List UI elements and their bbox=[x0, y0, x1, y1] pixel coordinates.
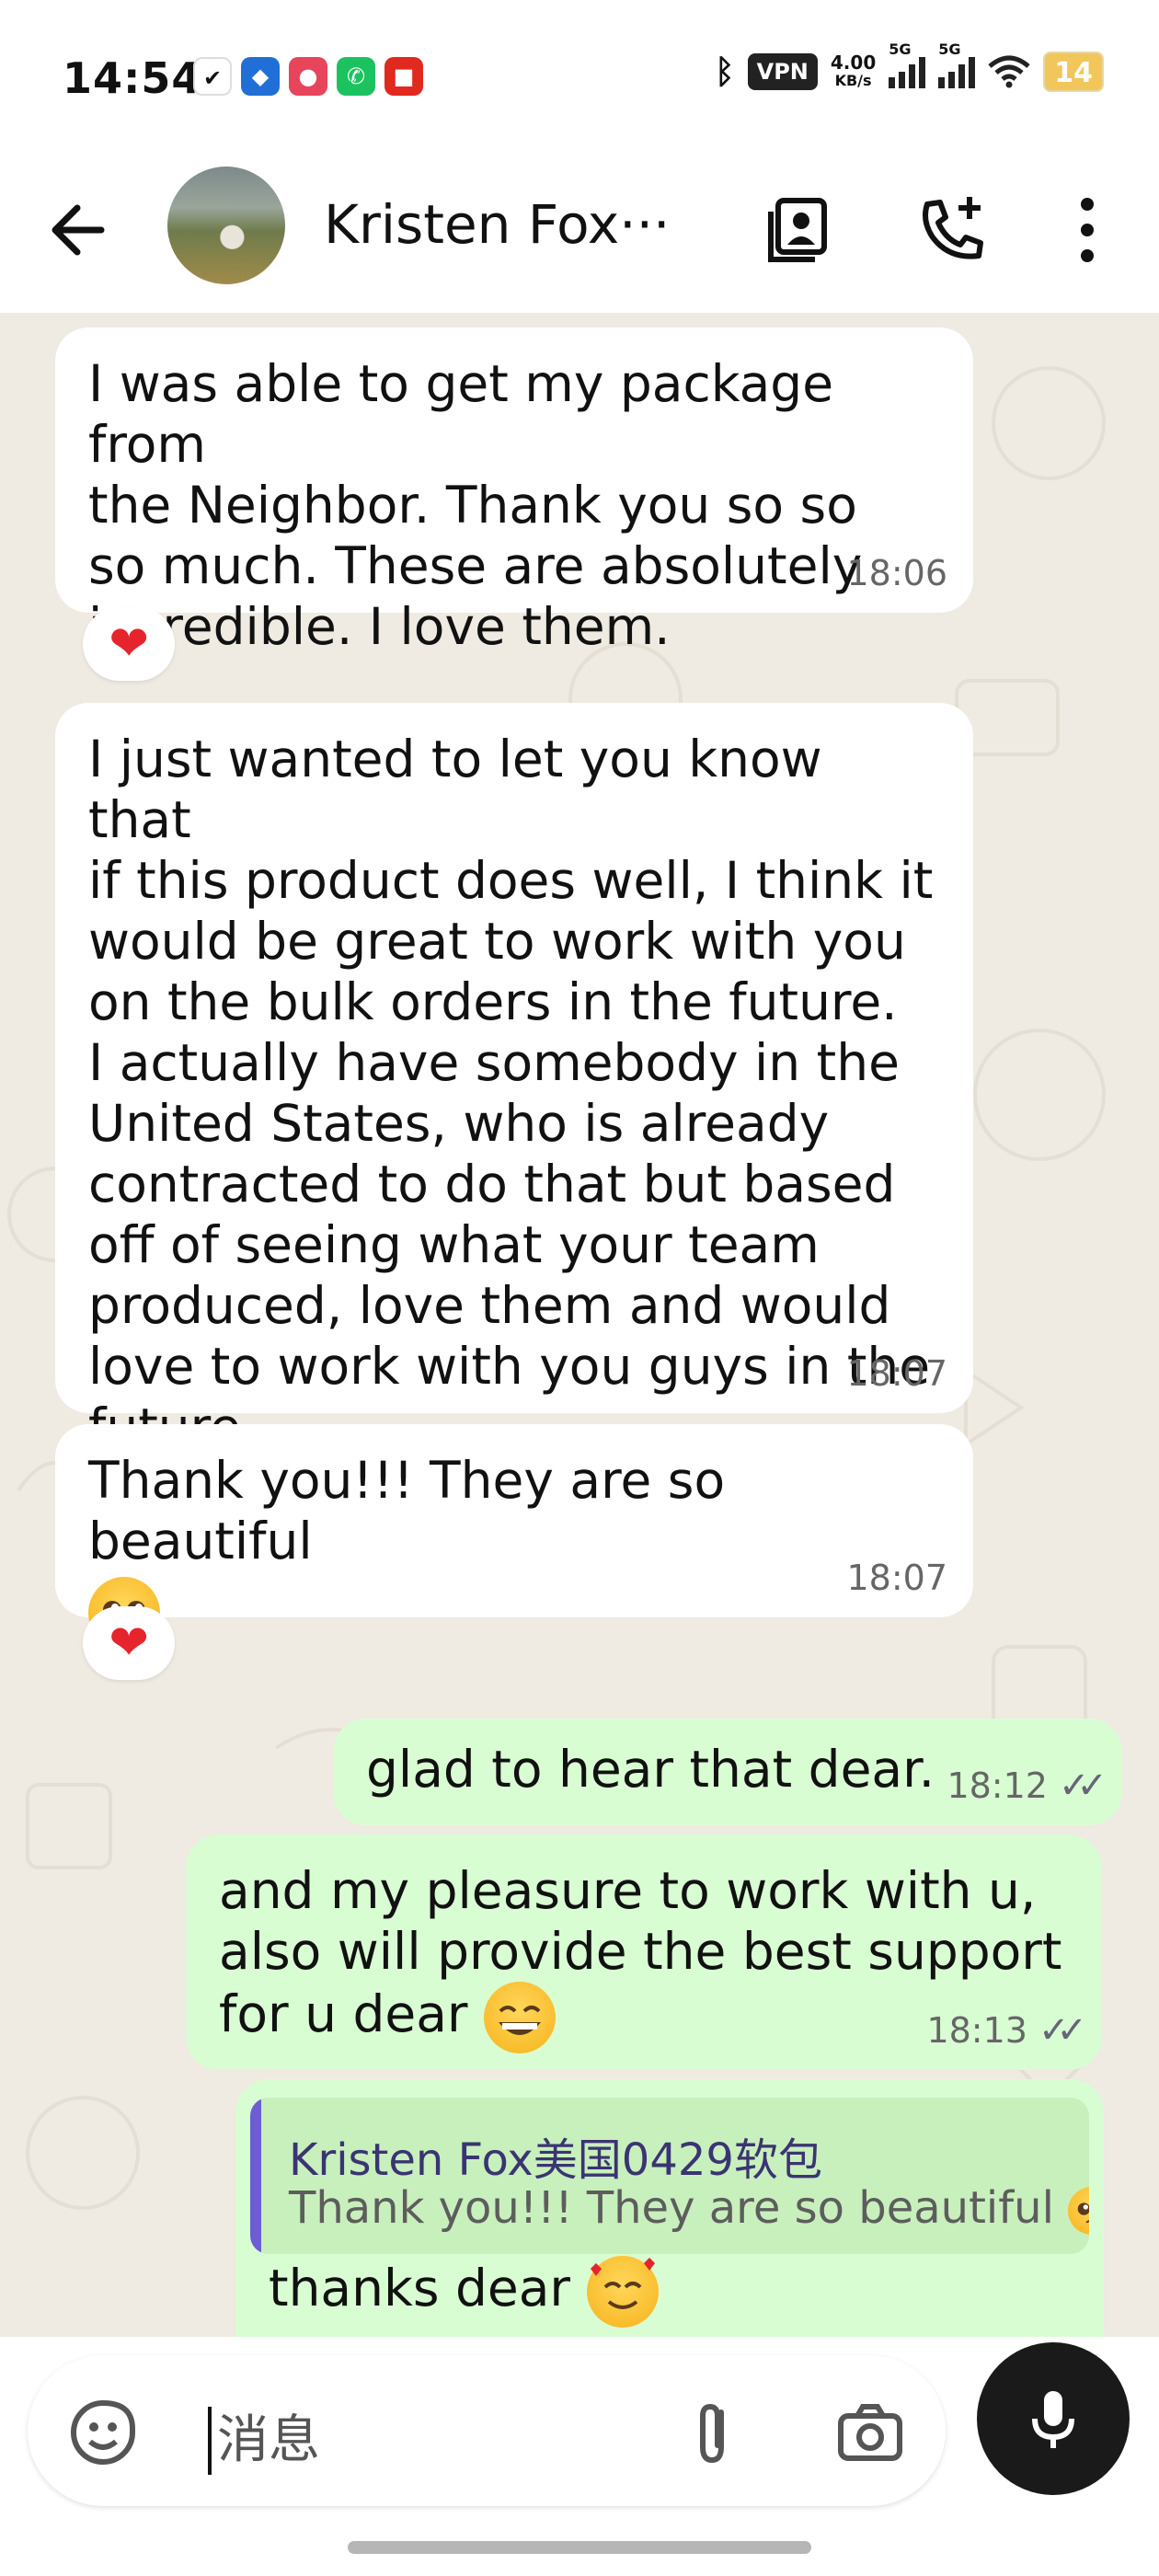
message-bubble-incoming[interactable]: Thank you!!! They are so beautiful 18:07 bbox=[55, 1424, 973, 1649]
smiling-face-with-hearts-emoji-icon bbox=[586, 2256, 659, 2328]
message-line: on the bulk orders in the future. bbox=[88, 972, 898, 1031]
message-line: and my pleasure to work with u, bbox=[219, 1861, 1037, 1920]
message-bubble-outgoing[interactable]: and my pleasure to work with u, also wil… bbox=[186, 1834, 1102, 2070]
quoted-sender-name: Kristen Fox美国0429软包 bbox=[289, 2134, 822, 2186]
status-right: ᛒ VPN 4.00 KB/s 5G 5G 14 bbox=[715, 40, 1104, 92]
composer-bar bbox=[0, 2337, 1159, 2576]
message-time: 18:13 bbox=[926, 2010, 1027, 2051]
home-indicator[interactable] bbox=[348, 2541, 811, 2554]
message-line: I actually have somebody in the bbox=[88, 1033, 900, 1092]
network-speed: 4.00 KB/s bbox=[831, 53, 876, 90]
message-emoji-row bbox=[88, 1577, 940, 1649]
blue-app-icon: ◆ bbox=[241, 57, 280, 96]
back-arrow-icon[interactable] bbox=[44, 193, 118, 267]
message-time: 18:06 bbox=[846, 553, 947, 593]
check-app-icon: ✔ bbox=[193, 57, 232, 96]
message-meta: 18:12 ✓✓ bbox=[947, 1755, 1107, 1816]
message-time: 18:07 bbox=[846, 1558, 947, 1598]
text-caret bbox=[208, 2407, 212, 2475]
heart-reaction-icon[interactable]: ❤ bbox=[83, 1606, 175, 1680]
speed-value: 4.00 bbox=[830, 52, 877, 74]
chat-header: Kristen Fox··· bbox=[0, 156, 1159, 313]
signal-bars-icon bbox=[889, 55, 926, 88]
notification-icons: ✔ ◆ ● ✆ ■ bbox=[193, 57, 423, 96]
green-phone-app-icon: ✆ bbox=[337, 57, 375, 96]
message-line: United States, who is already bbox=[88, 1094, 830, 1153]
red-app-icon: ■ bbox=[384, 57, 423, 96]
mic-icon bbox=[1032, 2391, 1074, 2448]
wifi-icon bbox=[988, 55, 1030, 88]
message-line: the Neighbor. Thank you so so bbox=[88, 476, 857, 535]
pleading-face-emoji-icon bbox=[1068, 2187, 1089, 2235]
message-line: would be great to work with you bbox=[88, 912, 906, 971]
message-line: also will provide the best support bbox=[219, 1922, 1062, 1981]
signal-2: 5G bbox=[938, 40, 976, 88]
message-line: contracted to do that but based bbox=[88, 1155, 896, 1213]
pink-app-icon: ● bbox=[289, 57, 327, 96]
message-line: for u dear bbox=[219, 1984, 468, 2044]
message-line: love to work with you guys in the bbox=[88, 1337, 931, 1396]
quoted-message[interactable]: Kristen Fox美国0429软包 Thank you!!! They ar… bbox=[250, 2098, 1089, 2254]
message-line: if this product does well, I think it bbox=[88, 851, 934, 910]
read-ticks-icon: ✓✓ bbox=[1038, 2009, 1087, 2052]
battery-indicator: 14 bbox=[1043, 52, 1104, 92]
message-line-with-emoji: thanks dear bbox=[269, 2256, 659, 2328]
message-line: produced, love them and would bbox=[88, 1276, 891, 1335]
status-bar: 14:54 ✔ ◆ ● ✆ ■ ᛒ VPN 4.00 KB/s 5G 5G 14 bbox=[0, 0, 1159, 156]
vpn-badge: VPN bbox=[747, 53, 818, 90]
avatar[interactable] bbox=[167, 167, 285, 284]
message-composer[interactable] bbox=[28, 2355, 946, 2506]
contact-name[interactable]: Kristen Fox··· bbox=[324, 193, 670, 256]
signal-bars-icon bbox=[938, 55, 976, 88]
sticker-icon[interactable] bbox=[66, 2396, 140, 2469]
message-time: 18:07 bbox=[846, 1353, 947, 1394]
message-line: thanks dear bbox=[269, 2259, 571, 2318]
message-bubble-incoming[interactable]: I just wanted to let you know that if th… bbox=[55, 703, 973, 1456]
camera-icon[interactable] bbox=[833, 2396, 907, 2469]
message-bubble-incoming[interactable]: I was able to get my package from the Ne… bbox=[55, 328, 973, 656]
quote-accent-bar bbox=[250, 2098, 261, 2254]
more-vert-icon[interactable] bbox=[1049, 191, 1126, 269]
attach-icon[interactable] bbox=[677, 2396, 751, 2469]
message-meta: 18:13 ✓✓ bbox=[926, 2000, 1087, 2061]
message-line: I was able to get my package from bbox=[88, 354, 834, 474]
message-bubble-outgoing[interactable]: glad to hear that dear. 18:12 ✓✓ bbox=[333, 1719, 1122, 1825]
status-time: 14:54 bbox=[63, 53, 202, 103]
read-ticks-icon: ✓✓ bbox=[1058, 1765, 1107, 1807]
bluetooth-icon: ᛒ bbox=[715, 52, 735, 91]
quoted-text: Thank you!!! They are so beautiful bbox=[289, 2182, 1054, 2234]
net1-label: 5G bbox=[889, 40, 912, 58]
grinning-face-emoji-icon bbox=[484, 1982, 556, 2053]
message-input[interactable] bbox=[217, 2401, 677, 2478]
signal-1: 5G bbox=[889, 40, 926, 88]
message-line: so much. These are absolutely bbox=[88, 536, 863, 595]
message-line: off of seeing what your team bbox=[88, 1215, 820, 1274]
speed-unit: KB/s bbox=[834, 72, 872, 89]
heart-reaction-icon[interactable]: ❤ bbox=[83, 607, 175, 681]
contact-card-icon[interactable] bbox=[760, 191, 837, 269]
message-line: Thank you!!! They are so beautiful bbox=[88, 1451, 726, 1570]
message-time: 18:12 bbox=[947, 1765, 1048, 1806]
net2-label: 5G bbox=[938, 40, 961, 58]
voice-record-button[interactable] bbox=[977, 2342, 1130, 2495]
message-line: incredible. I love them. bbox=[88, 597, 671, 656]
add-call-icon[interactable] bbox=[914, 191, 992, 269]
quoted-text-row: Thank you!!! They are so beautiful bbox=[289, 2182, 1089, 2235]
chat-area[interactable]: I was able to get my package from the Ne… bbox=[0, 313, 1159, 2337]
message-line: I just wanted to let you know that bbox=[88, 730, 822, 849]
